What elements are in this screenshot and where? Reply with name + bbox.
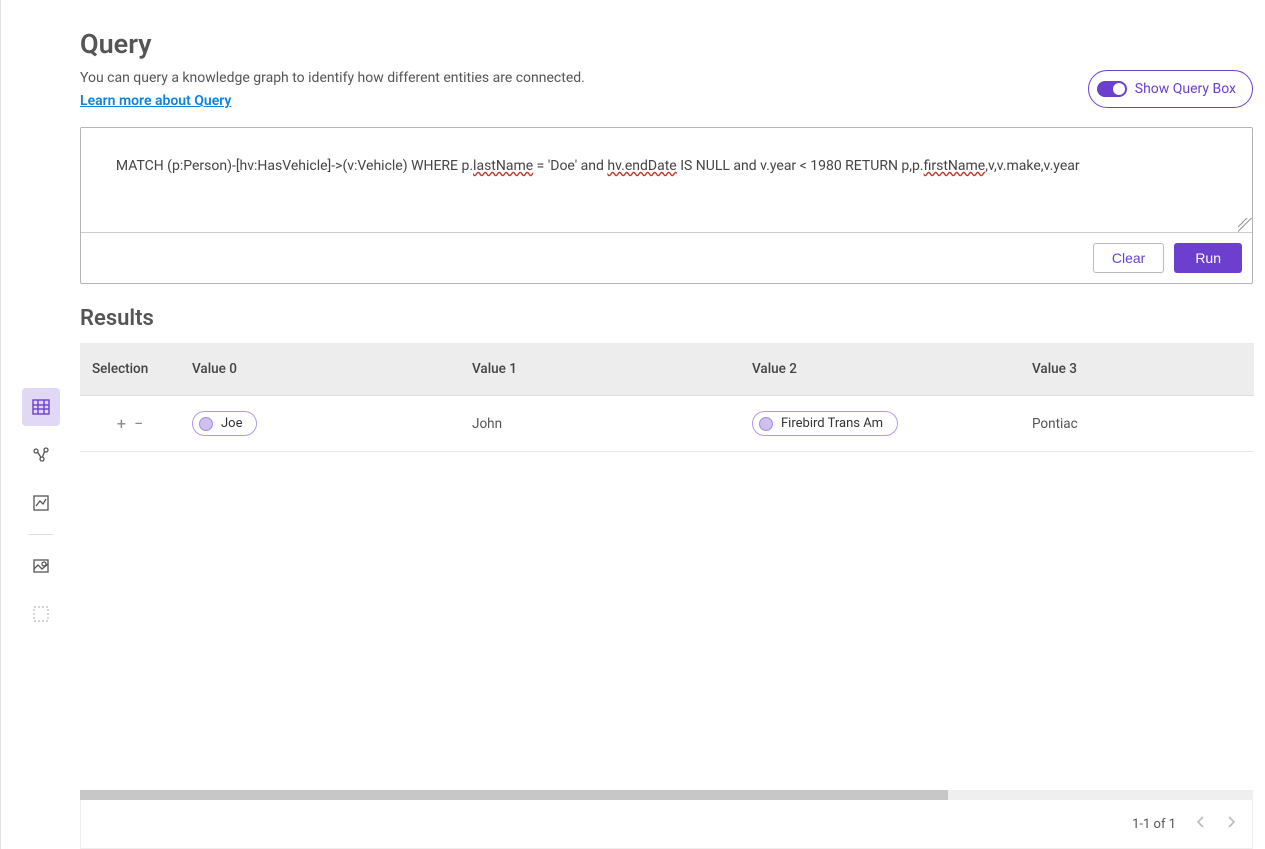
query-action-bar: Clear Run bbox=[81, 232, 1252, 283]
results-table: Selection Value 0 Value 1 Value 2 Value … bbox=[80, 343, 1253, 790]
rail-other-view bbox=[22, 595, 60, 633]
col-value3: Value 3 bbox=[1020, 343, 1254, 396]
chevron-right-icon bbox=[1226, 816, 1236, 828]
header-left: Query You can query a knowledge graph to… bbox=[80, 28, 585, 109]
query-text: IS NULL and v.year < 1980 RETURN p,p. bbox=[677, 158, 924, 174]
row-value3: Pontiac bbox=[1020, 396, 1254, 452]
pager-prev[interactable] bbox=[1196, 816, 1206, 832]
grid-dashed-icon bbox=[32, 605, 50, 623]
clear-button[interactable]: Clear bbox=[1093, 243, 1164, 273]
rail-separator bbox=[29, 534, 53, 535]
query-textarea[interactable]: MATCH (p:Person)-[hv:HasVehicle]->(v:Veh… bbox=[81, 128, 1252, 232]
scrollbar-thumb[interactable] bbox=[80, 790, 948, 800]
left-rail bbox=[0, 0, 80, 849]
rail-graph-view[interactable] bbox=[22, 436, 60, 474]
results-pager: 1-1 of 1 bbox=[80, 800, 1253, 849]
col-value1: Value 1 bbox=[460, 343, 740, 396]
chip-dot-icon bbox=[759, 417, 773, 431]
query-text: MATCH (p:Person)-[hv:HasVehicle]->(v:Veh… bbox=[116, 158, 473, 174]
query-text: hv.endDate bbox=[607, 158, 676, 174]
results-grid: Selection Value 0 Value 1 Value 2 Value … bbox=[80, 343, 1253, 452]
row-selection: + − bbox=[80, 396, 180, 452]
pager-next[interactable] bbox=[1226, 816, 1236, 832]
run-button[interactable]: Run bbox=[1174, 243, 1242, 273]
query-text: ,v,v.make,v.year bbox=[985, 158, 1079, 174]
col-value0: Value 0 bbox=[180, 343, 460, 396]
col-selection: Selection bbox=[80, 343, 180, 396]
cell-text: John bbox=[472, 416, 502, 432]
query-text: firstName bbox=[924, 158, 986, 174]
row-value0: Joe bbox=[180, 396, 460, 452]
header-row: Query You can query a knowledge graph to… bbox=[80, 28, 1265, 109]
rail-map-view[interactable] bbox=[22, 547, 60, 585]
chevron-left-icon bbox=[1196, 816, 1206, 828]
show-query-box-toggle[interactable]: Show Query Box bbox=[1088, 70, 1253, 108]
row-value1: John bbox=[460, 396, 740, 452]
entity-chip-person[interactable]: Joe bbox=[192, 411, 257, 436]
graph-icon bbox=[32, 446, 50, 464]
results-title: Results bbox=[80, 306, 1265, 331]
toggle-label: Show Query Box bbox=[1135, 81, 1236, 97]
remove-row-icon[interactable]: − bbox=[134, 414, 143, 433]
chip-label: Joe bbox=[221, 416, 242, 431]
page-title: Query bbox=[80, 28, 585, 60]
rail-chart-view[interactable] bbox=[22, 484, 60, 522]
query-text: lastName bbox=[473, 158, 533, 174]
results-panel: Selection Value 0 Value 1 Value 2 Value … bbox=[80, 343, 1253, 849]
query-box: MATCH (p:Person)-[hv:HasVehicle]->(v:Veh… bbox=[80, 127, 1253, 284]
chip-label: Firebird Trans Am bbox=[781, 416, 883, 431]
row-value2: Firebird Trans Am bbox=[740, 396, 1020, 452]
pager-range: 1-1 of 1 bbox=[1132, 817, 1176, 832]
horizontal-scrollbar[interactable] bbox=[80, 790, 1253, 800]
entity-chip-vehicle[interactable]: Firebird Trans Am bbox=[752, 411, 898, 436]
main-content: Query You can query a knowledge graph to… bbox=[80, 0, 1265, 849]
cell-text: Pontiac bbox=[1032, 416, 1078, 432]
add-row-icon[interactable]: + bbox=[117, 414, 126, 433]
map-icon bbox=[32, 557, 50, 575]
col-value2: Value 2 bbox=[740, 343, 1020, 396]
learn-more-link[interactable]: Learn more about Query bbox=[80, 93, 231, 109]
rail-table-view[interactable] bbox=[22, 388, 60, 426]
chart-icon bbox=[32, 494, 50, 512]
resize-handle-icon[interactable] bbox=[1238, 218, 1252, 232]
query-text: = 'Doe' and bbox=[533, 158, 607, 174]
table-icon bbox=[32, 398, 50, 416]
toggle-switch-icon bbox=[1097, 81, 1127, 97]
chip-dot-icon bbox=[199, 417, 213, 431]
page-subtitle: You can query a knowledge graph to ident… bbox=[80, 70, 585, 86]
